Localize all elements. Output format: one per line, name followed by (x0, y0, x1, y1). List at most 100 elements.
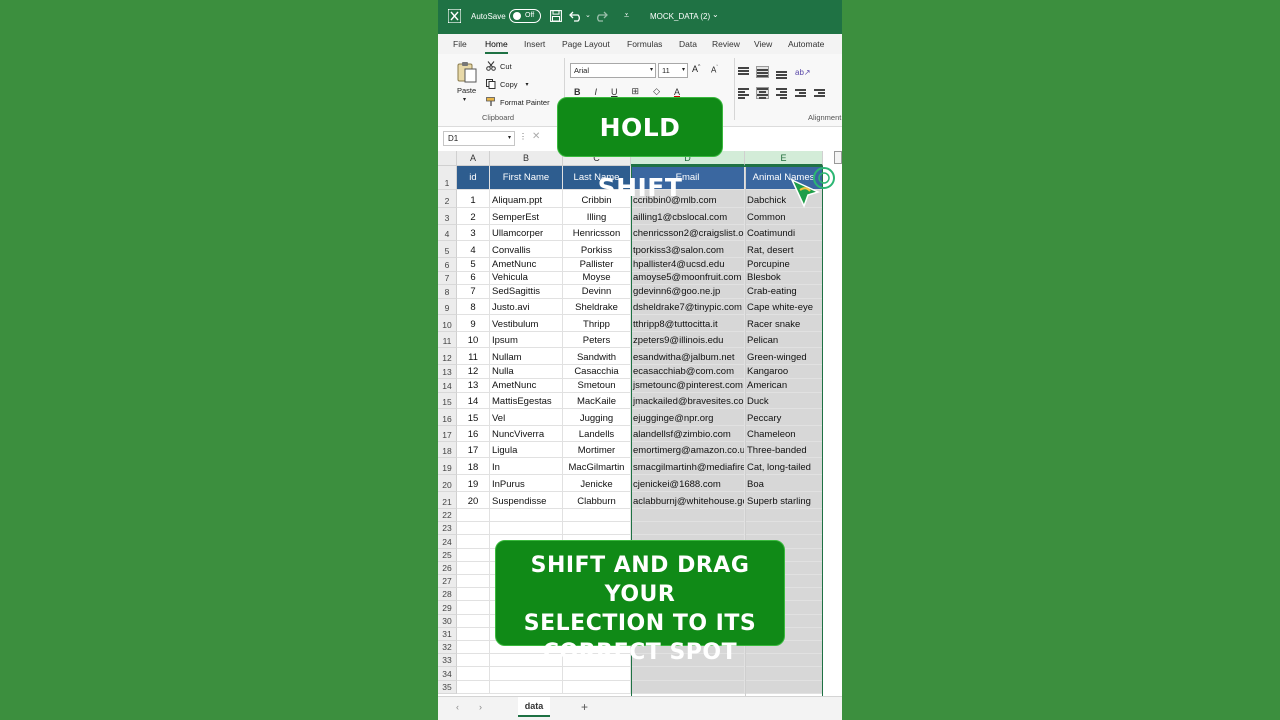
table-cell[interactable]: AmetNunc (490, 379, 563, 393)
row-header[interactable]: 9 (438, 299, 457, 315)
table-cell[interactable]: Smetoun (563, 379, 631, 393)
row-header[interactable]: 4 (438, 225, 457, 241)
row-header[interactable]: 6 (438, 258, 457, 272)
table-cell[interactable]: Coatimundi (745, 225, 823, 241)
table-cell[interactable]: Three-banded (745, 442, 823, 458)
chevron-down-icon[interactable]: ▾ (526, 81, 529, 88)
row-header[interactable]: 28 (438, 588, 457, 601)
empty-cell[interactable] (457, 575, 490, 588)
table-cell[interactable]: cjenickei@1688.com (631, 475, 745, 492)
paste-icon[interactable] (456, 61, 478, 83)
table-cell[interactable]: jsmetounc@pinterest.com (631, 379, 745, 393)
table-cell[interactable]: Convallis (490, 241, 563, 258)
tab-view[interactable]: View (754, 39, 772, 49)
row-header[interactable]: 10 (438, 315, 457, 332)
table-cell[interactable]: esandwitha@jalbum.net (631, 348, 745, 365)
increase-indent-icon[interactable] (814, 88, 825, 98)
table-cell[interactable]: 20 (457, 492, 490, 509)
empty-cell[interactable] (745, 509, 823, 522)
header-cell[interactable]: First Name (490, 166, 563, 190)
font-name-box[interactable]: Arial ▾ (570, 63, 656, 78)
table-cell[interactable]: 18 (457, 458, 490, 475)
table-cell[interactable]: American (745, 379, 823, 393)
empty-cell[interactable] (631, 522, 745, 535)
empty-cell[interactable] (457, 654, 490, 667)
table-cell[interactable]: Chameleon (745, 426, 823, 442)
table-cell[interactable]: 1 (457, 190, 490, 208)
column-header-a[interactable]: A (457, 151, 490, 166)
table-cell[interactable]: AmetNunc (490, 258, 563, 272)
undo-dropdown-icon[interactable]: ⌄ (585, 11, 591, 19)
row-header[interactable]: 14 (438, 379, 457, 393)
empty-cell[interactable] (563, 509, 631, 522)
expand-formula-bar-icon[interactable] (834, 151, 842, 164)
table-cell[interactable]: 2 (457, 208, 490, 225)
row-header[interactable]: 21 (438, 492, 457, 509)
table-cell[interactable]: Casacchia (563, 365, 631, 379)
table-cell[interactable]: Nullam (490, 348, 563, 365)
redo-icon[interactable] (595, 10, 608, 22)
select-all-corner[interactable] (438, 151, 457, 166)
table-cell[interactable]: 11 (457, 348, 490, 365)
empty-cell[interactable] (457, 681, 490, 694)
table-cell[interactable]: Jenicke (563, 475, 631, 492)
table-cell[interactable]: Thripp (563, 315, 631, 332)
copy-button[interactable]: Copy ▾ (486, 79, 529, 89)
table-cell[interactable]: dsheldrake7@tinypic.com (631, 299, 745, 315)
sheet-tab-data[interactable]: data (518, 697, 550, 717)
underline-icon[interactable]: U (611, 87, 618, 97)
empty-cell[interactable] (457, 628, 490, 641)
table-cell[interactable]: Green-winged (745, 348, 823, 365)
table-cell[interactable]: 14 (457, 393, 490, 409)
cut-button[interactable]: Cut (486, 61, 512, 71)
table-cell[interactable]: Clabburn (563, 492, 631, 509)
table-cell[interactable]: jmackailed@bravesites.com (631, 393, 745, 409)
align-bottom-icon[interactable] (776, 67, 787, 79)
table-cell[interactable]: Pelican (745, 332, 823, 348)
table-cell[interactable]: Vehicula (490, 272, 563, 285)
table-cell[interactable]: Cat, long-tailed (745, 458, 823, 475)
table-cell[interactable]: MacGilmartin (563, 458, 631, 475)
table-cell[interactable]: MattisEgestas (490, 393, 563, 409)
border-icon[interactable]: ⊞ (632, 86, 640, 97)
row-header[interactable]: 22 (438, 509, 457, 522)
table-cell[interactable]: Suspendisse (490, 492, 563, 509)
table-cell[interactable]: hpallister4@ucsd.edu (631, 258, 745, 272)
row-header[interactable]: 31 (438, 628, 457, 641)
row-header[interactable]: 34 (438, 667, 457, 681)
font-color-icon[interactable]: A (674, 87, 680, 97)
table-cell[interactable]: smacgilmartinh@mediafire.com (631, 458, 745, 475)
table-cell[interactable]: alandellsf@zimbio.com (631, 426, 745, 442)
table-cell[interactable]: Mortimer (563, 442, 631, 458)
empty-cell[interactable] (457, 549, 490, 562)
table-cell[interactable]: Duck (745, 393, 823, 409)
empty-cell[interactable] (745, 667, 823, 681)
row-header[interactable]: 29 (438, 601, 457, 615)
table-cell[interactable]: Vestibulum (490, 315, 563, 332)
empty-cell[interactable] (490, 667, 563, 681)
table-cell[interactable]: NuncViverra (490, 426, 563, 442)
tab-review[interactable]: Review (712, 39, 740, 49)
table-cell[interactable]: 8 (457, 299, 490, 315)
table-cell[interactable]: Justo.avi (490, 299, 563, 315)
table-cell[interactable]: Racer snake (745, 315, 823, 332)
table-cell[interactable]: aclabburnj@whitehouse.gov (631, 492, 745, 509)
table-cell[interactable]: Porkiss (563, 241, 631, 258)
empty-cell[interactable] (457, 562, 490, 575)
table-cell[interactable]: gdevinn6@goo.ne.jp (631, 285, 745, 299)
empty-cell[interactable] (457, 588, 490, 601)
save-icon[interactable] (550, 10, 562, 22)
empty-cell[interactable] (490, 522, 563, 535)
format-painter-button[interactable]: Format Painter (486, 97, 550, 107)
table-cell[interactable]: chenricsson2@craigslist.org (631, 225, 745, 241)
table-cell[interactable]: Moyse (563, 272, 631, 285)
table-cell[interactable]: Peters (563, 332, 631, 348)
table-cell[interactable]: Cape white-eye (745, 299, 823, 315)
empty-cell[interactable] (745, 522, 823, 535)
table-cell[interactable]: amoyse5@moonfruit.com (631, 272, 745, 285)
table-cell[interactable]: Kangaroo (745, 365, 823, 379)
next-sheet-icon[interactable]: › (479, 702, 482, 712)
table-cell[interactable]: In (490, 458, 563, 475)
table-cell[interactable]: Sheldrake (563, 299, 631, 315)
align-left-icon[interactable] (738, 88, 749, 99)
